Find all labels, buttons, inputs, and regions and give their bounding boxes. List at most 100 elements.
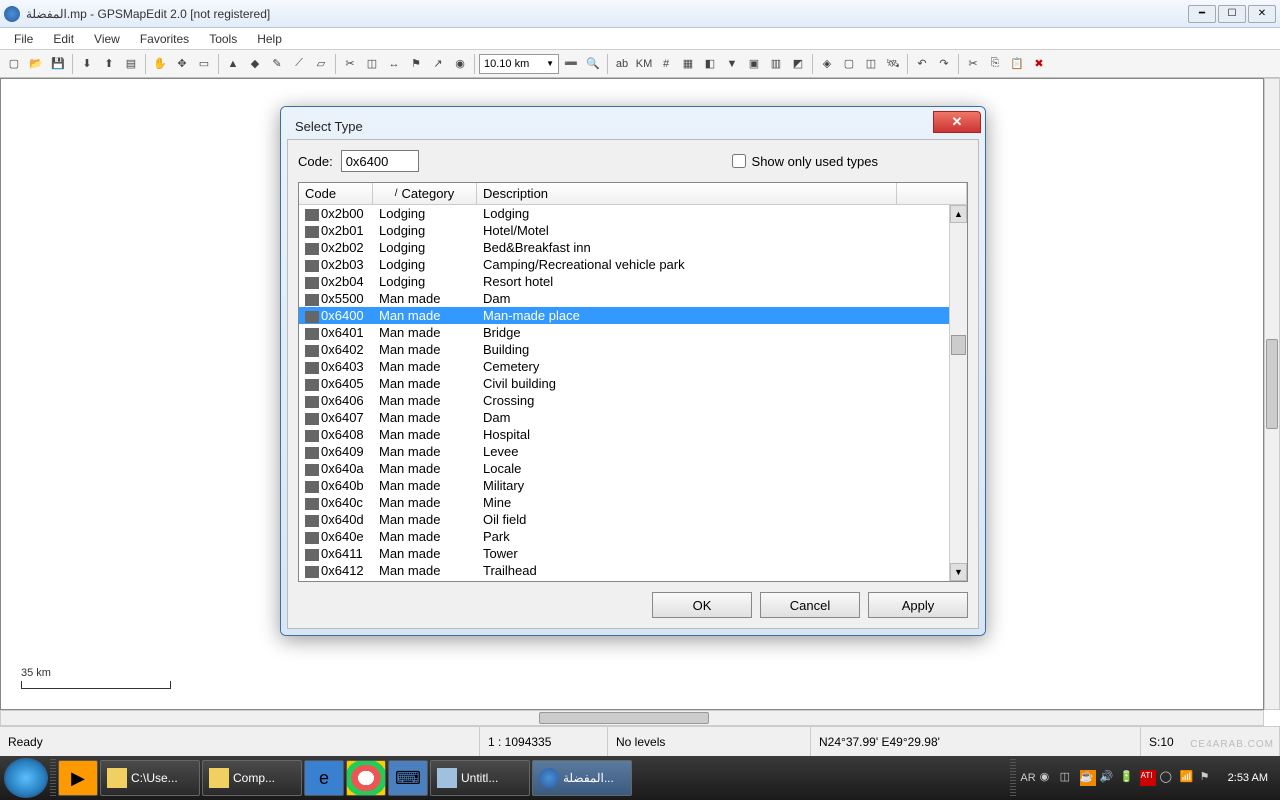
pointer-icon[interactable]: ▲ xyxy=(223,54,243,74)
tray-icon[interactable]: ◫ xyxy=(1060,770,1076,786)
redo-icon[interactable]: ↷ xyxy=(934,54,954,74)
map-icon[interactable]: ▥ xyxy=(766,54,786,74)
measure-icon[interactable]: ◫ xyxy=(362,54,382,74)
node-icon[interactable]: ◆ xyxy=(245,54,265,74)
list-row[interactable]: 0x2b04LodgingResort hotel xyxy=(299,273,949,290)
scrollbar-thumb[interactable] xyxy=(951,335,966,355)
maximize-button[interactable]: ☐ xyxy=(1218,5,1246,23)
undo-icon[interactable]: ↶ xyxy=(912,54,932,74)
media-player-icon[interactable]: ▶ xyxy=(58,760,98,796)
polyline-icon[interactable]: ⟋ xyxy=(289,54,309,74)
start-button[interactable] xyxy=(4,758,48,798)
rect-select-icon[interactable]: ▭ xyxy=(194,54,214,74)
dialog-titlebar[interactable]: Select Type xyxy=(287,113,979,139)
list-row[interactable]: 0x6411Man madeTower xyxy=(299,545,949,562)
language-indicator[interactable]: AR xyxy=(1020,772,1035,784)
list-row[interactable]: 0x6412Man madeTrailhead xyxy=(299,562,949,579)
new-icon[interactable]: ▢ xyxy=(4,54,24,74)
list-row[interactable]: 0x6406Man madeCrossing xyxy=(299,392,949,409)
ruler-icon[interactable]: ↔ xyxy=(384,54,404,74)
layers-icon[interactable]: ▤ xyxy=(121,54,141,74)
label-icon[interactable]: ab xyxy=(612,54,632,74)
show-only-checkbox[interactable] xyxy=(732,154,746,168)
hand-icon[interactable]: ✋ xyxy=(150,54,170,74)
save-icon[interactable]: 💾 xyxy=(48,54,68,74)
list-row[interactable]: 0x5500Man madeDam xyxy=(299,290,949,307)
list-row[interactable]: 0x2b02LodgingBed&Breakfast inn xyxy=(299,239,949,256)
keyboard-icon[interactable]: ⌨ xyxy=(388,760,428,796)
menu-edit[interactable]: Edit xyxy=(43,30,84,48)
show-only-wrap[interactable]: Show only used types xyxy=(732,154,878,169)
horizontal-scrollbar[interactable] xyxy=(0,710,1264,726)
header-description[interactable]: Description xyxy=(477,183,897,204)
cut-region-icon[interactable]: ✂ xyxy=(340,54,360,74)
apply-button[interactable]: Apply xyxy=(868,592,968,618)
list-row[interactable]: 0x6405Man madeCivil building xyxy=(299,375,949,392)
pan-icon[interactable]: ✥ xyxy=(172,54,192,74)
open-icon[interactable]: 📂 xyxy=(26,54,46,74)
list-row[interactable]: 0x6409Man madeLevee xyxy=(299,443,949,460)
layer-dropdown-icon[interactable]: ▼ xyxy=(722,54,742,74)
fill-icon[interactable]: ▦ xyxy=(678,54,698,74)
volume-icon[interactable]: 🔊 xyxy=(1100,770,1116,786)
copy-icon[interactable]: ⎘ xyxy=(985,54,1005,74)
minimize-button[interactable]: ━ xyxy=(1188,5,1216,23)
list-row[interactable]: 0x640eMan madePark xyxy=(299,528,949,545)
scrollbar-thumb[interactable] xyxy=(1266,339,1278,429)
route-icon[interactable]: ↗ xyxy=(428,54,448,74)
zoom-in-icon[interactable]: 🔍 xyxy=(583,54,603,74)
taskbar-item-explorer[interactable]: C:\Use... xyxy=(100,760,200,796)
track-icon[interactable]: ▢ xyxy=(839,54,859,74)
header-code[interactable]: Code xyxy=(299,183,373,204)
color-icon[interactable]: ◧ xyxy=(700,54,720,74)
list-row[interactable]: 0x640aMan madeLocale xyxy=(299,460,949,477)
taskbar-item-gpsmapedit[interactable]: المفضلة... xyxy=(532,760,632,796)
ie-icon[interactable]: e xyxy=(304,760,344,796)
zoom-combo[interactable]: 10.10 km ▼ xyxy=(479,54,559,74)
flag-icon[interactable]: ⚑ xyxy=(406,54,426,74)
header-category[interactable]: /Category xyxy=(373,183,477,204)
scrollbar-thumb[interactable] xyxy=(539,712,709,724)
zoom-out-icon[interactable]: ➖ xyxy=(561,54,581,74)
ati-icon[interactable]: ATI xyxy=(1140,770,1156,786)
tray-icon[interactable]: ☕ xyxy=(1080,770,1096,786)
list-scrollbar[interactable]: ▲ ▼ xyxy=(949,205,967,581)
objects-icon[interactable]: ▣ xyxy=(744,54,764,74)
taskbar-item-paint[interactable]: Untitl... xyxy=(430,760,530,796)
paste-icon[interactable]: 📋 xyxy=(1007,54,1027,74)
edit-icon[interactable]: ✎ xyxy=(267,54,287,74)
list-row[interactable]: 0x640bMan madeMilitary xyxy=(299,477,949,494)
cancel-button[interactable]: Cancel xyxy=(760,592,860,618)
list-row[interactable]: 0x2b03LodgingCamping/Recreational vehicl… xyxy=(299,256,949,273)
network-icon[interactable]: 📶 xyxy=(1180,770,1196,786)
waypoint-icon[interactable]: ◫ xyxy=(861,54,881,74)
menu-help[interactable]: Help xyxy=(247,30,292,48)
sat-icon[interactable]: 🛰 xyxy=(883,54,903,74)
tray-icon[interactable]: ◉ xyxy=(1040,770,1056,786)
list-row[interactable]: 0x6408Man madeHospital xyxy=(299,426,949,443)
flag2-icon[interactable]: ◩ xyxy=(788,54,808,74)
list-row[interactable]: 0x640dMan madeOil field xyxy=(299,511,949,528)
menu-tools[interactable]: Tools xyxy=(199,30,247,48)
menu-favorites[interactable]: Favorites xyxy=(130,30,199,48)
list-row[interactable]: 0x2b01LodgingHotel/Motel xyxy=(299,222,949,239)
flag-icon[interactable]: ⚑ xyxy=(1200,770,1216,786)
menu-view[interactable]: View xyxy=(84,30,130,48)
ok-button[interactable]: OK xyxy=(652,592,752,618)
dialog-close-button[interactable]: ✕ xyxy=(933,111,981,133)
list-row[interactable]: 0x6400Man madeMan-made place xyxy=(299,307,949,324)
km-icon[interactable]: KM xyxy=(634,54,654,74)
list-row[interactable]: 0x2b00LodgingLodging xyxy=(299,205,949,222)
clock[interactable]: 2:53 AM xyxy=(1228,772,1268,784)
menu-file[interactable]: File xyxy=(4,30,43,48)
import-icon[interactable]: ⬇ xyxy=(77,54,97,74)
delete-icon[interactable]: ✖ xyxy=(1029,54,1049,74)
cut-icon[interactable]: ✂ xyxy=(963,54,983,74)
export-icon[interactable]: ⬆ xyxy=(99,54,119,74)
chrome-icon[interactable] xyxy=(346,760,386,796)
header-empty[interactable] xyxy=(897,183,967,204)
grid-icon[interactable]: # xyxy=(656,54,676,74)
list-row[interactable]: 0x6403Man madeCemetery xyxy=(299,358,949,375)
gps-icon[interactable]: ◈ xyxy=(817,54,837,74)
list-row[interactable]: 0x6407Man madeDam xyxy=(299,409,949,426)
